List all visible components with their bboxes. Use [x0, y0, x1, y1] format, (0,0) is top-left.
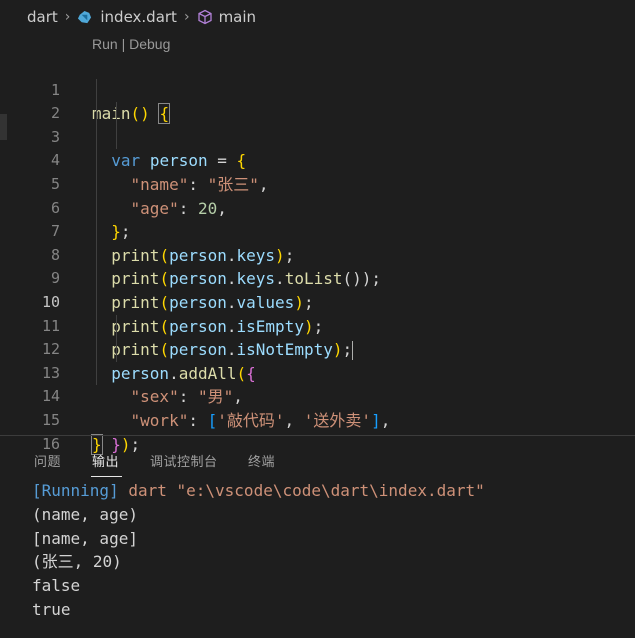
- breadcrumb: dart › index.dart › main: [0, 0, 635, 34]
- chevron-right-icon: ›: [64, 9, 71, 25]
- output-running-line: [Running] dart "e:\vscode\code\dart\inde…: [32, 479, 485, 503]
- code-line: 13 "work": ['敲代码', '送外卖'],: [0, 338, 635, 430]
- code-line: 8 print(person.values);: [0, 220, 635, 312]
- code-line: 2 var person = {: [0, 78, 635, 170]
- code-line: 1 main() {: [0, 55, 635, 125]
- codelens-run-debug[interactable]: Run | Debug: [92, 34, 170, 54]
- active-tab-indicator: [91, 476, 122, 477]
- code-line: 15 }: [0, 385, 635, 455]
- tab-debug-console[interactable]: 调试控制台: [150, 451, 218, 470]
- output-line: true: [32, 599, 71, 619]
- breadcrumb-file[interactable]: index.dart: [100, 8, 177, 26]
- code-line: 9 print(person.isEmpty);: [0, 243, 635, 336]
- output-line: false: [32, 576, 81, 596]
- code-line: 6 print(person.keys);: [0, 172, 635, 265]
- running-command: dart "e:\vscode\code\dart\index.dart": [118, 481, 485, 500]
- code-line-active: 10 print(person.isNotEmpty);: [0, 267, 635, 361]
- code-line: 14 });: [0, 361, 635, 454]
- output-panel[interactable]: [Running] dart "e:\vscode\code\dart\inde…: [32, 479, 485, 622]
- tab-problems[interactable]: 问题: [34, 451, 61, 470]
- code-line: 5 };: [0, 149, 635, 241]
- breadcrumb-symbol[interactable]: main: [219, 8, 256, 26]
- code-lines: 1 main() { 2 var person = { 3 "name": "张…: [0, 55, 635, 455]
- code-line: 12 "sex": "男",: [0, 314, 635, 406]
- output-line: (name, age): [32, 504, 138, 524]
- code-line: 4 "age": 20,: [0, 125, 635, 218]
- code-editor[interactable]: Run | Debug 1 main() { 2 var person = { …: [0, 34, 635, 455]
- output-line: [name, age]: [32, 528, 138, 548]
- code-line: 7 print(person.keys.toList());: [0, 196, 635, 288]
- tab-terminal[interactable]: 终端: [248, 451, 275, 470]
- running-tag: [Running]: [32, 481, 119, 500]
- code-line: 3 "name": "张三",: [0, 102, 635, 194]
- code-line: 16: [0, 409, 635, 453]
- output-line: (张三, 20): [32, 552, 122, 572]
- code-line: 11 person.addAll({: [0, 290, 635, 383]
- breadcrumb-folder[interactable]: dart: [27, 8, 58, 26]
- chevron-right-icon: ›: [183, 9, 190, 25]
- panel-tabs: 问题 输出 调试控制台 终端: [0, 436, 635, 478]
- dart-file-icon: [78, 10, 92, 23]
- cube-icon: [197, 9, 212, 25]
- tab-output[interactable]: 输出: [92, 451, 119, 470]
